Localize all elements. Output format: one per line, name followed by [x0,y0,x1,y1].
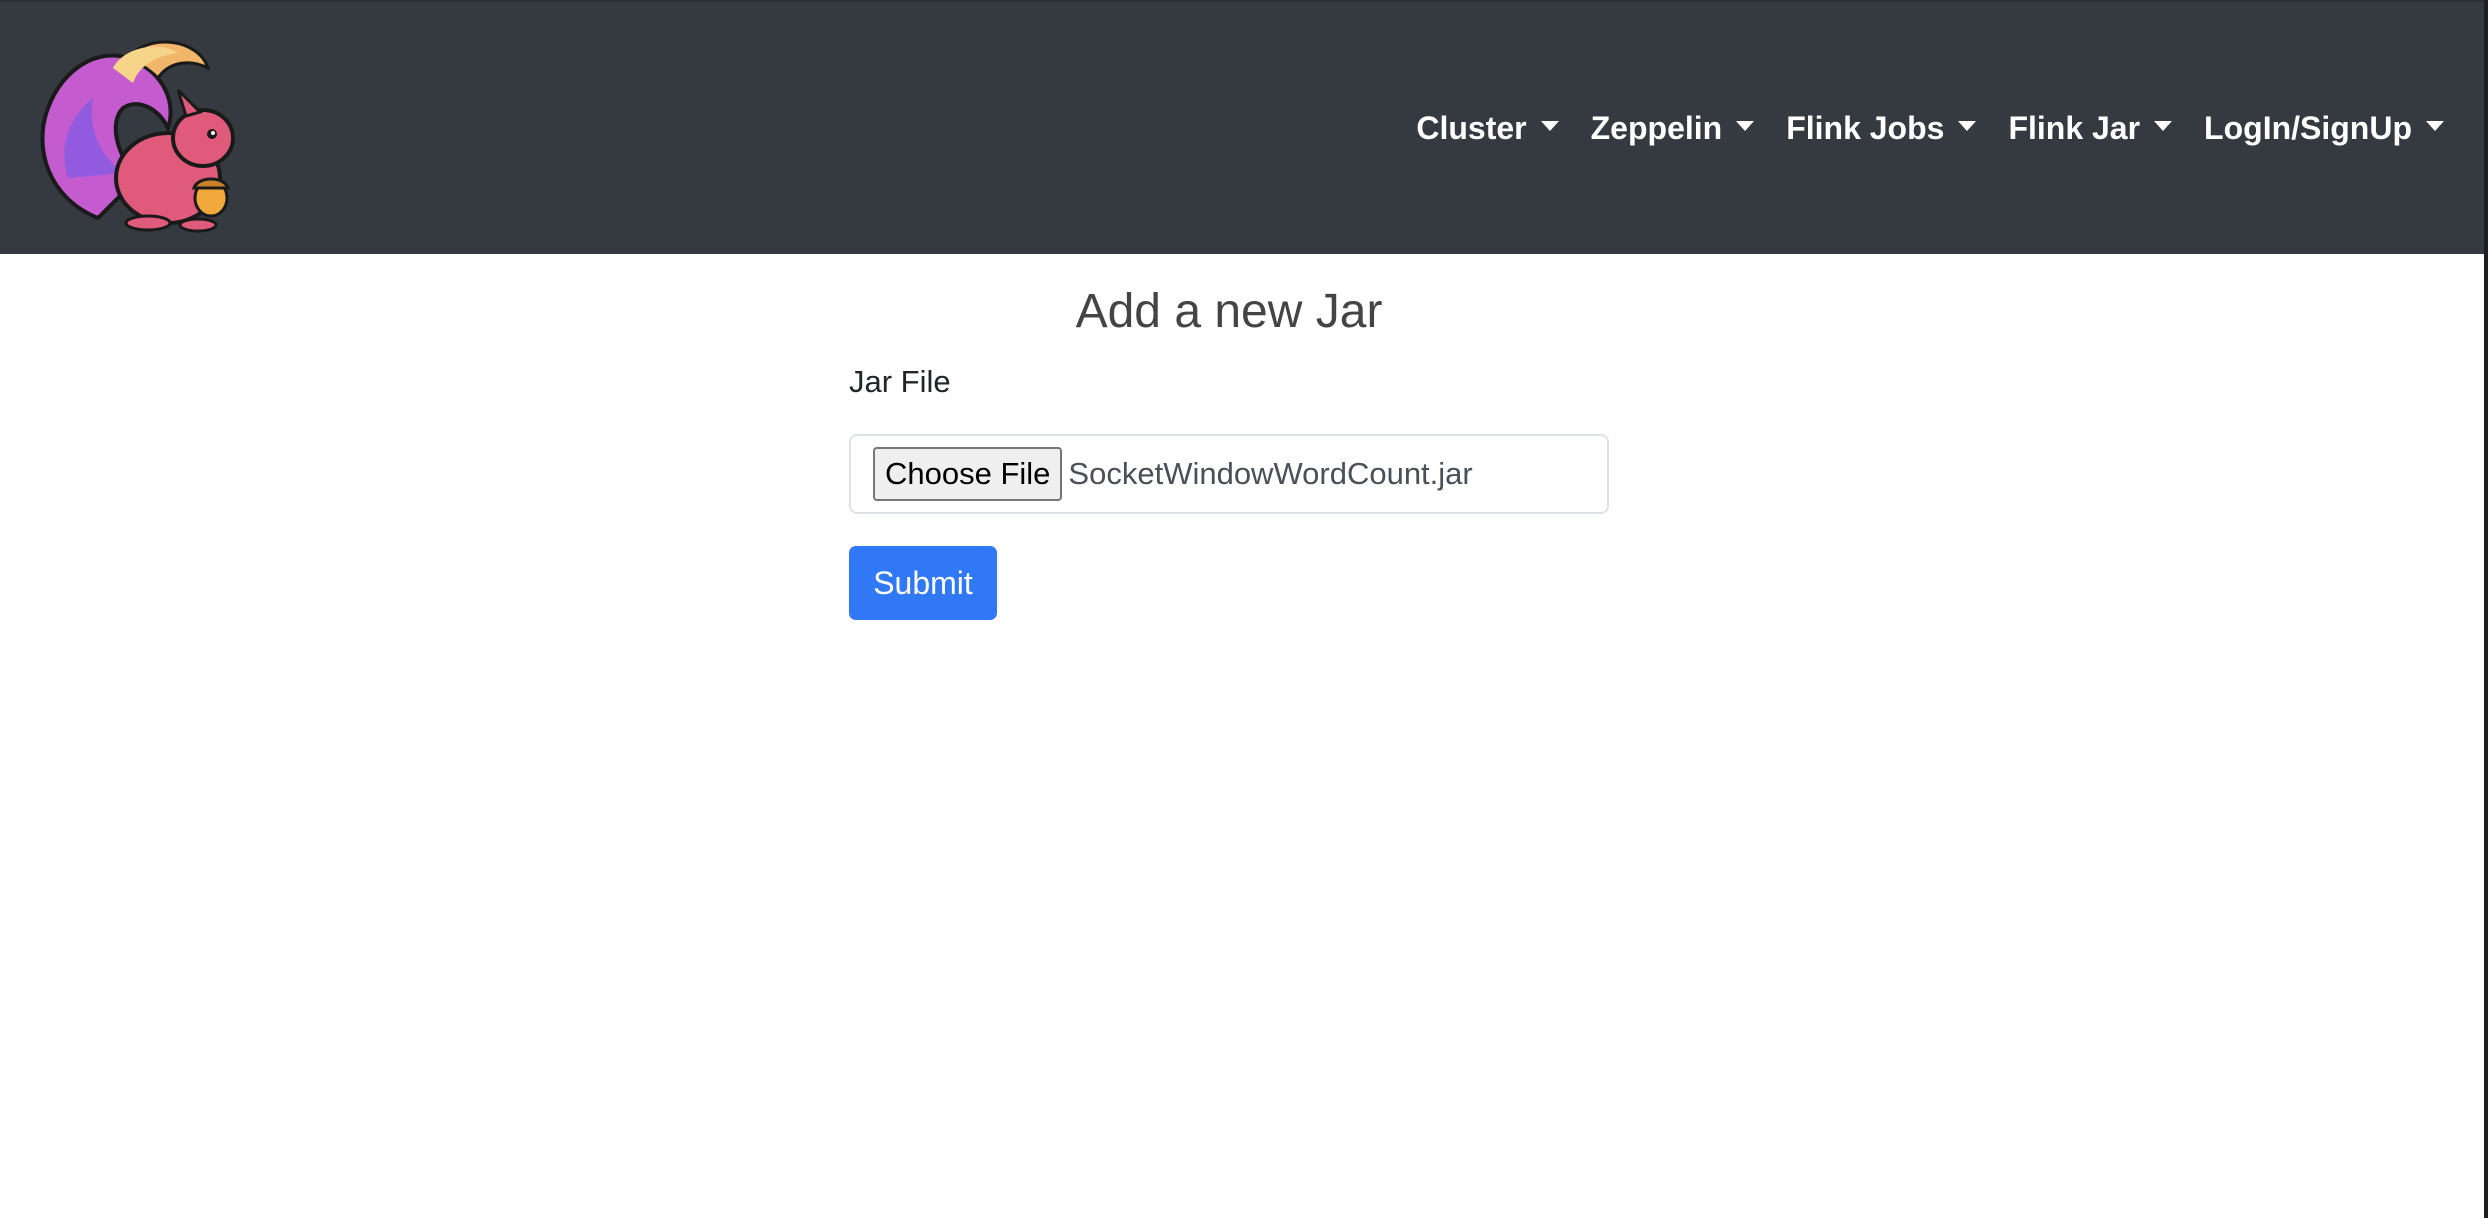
caret-down-icon [2154,121,2173,131]
selected-file-name: SocketWindowWordCount.jar [1068,456,1473,491]
choose-file-button[interactable]: Choose File [873,447,1063,501]
jar-file-input[interactable]: Choose File SocketWindowWordCount.jar [849,434,1609,514]
nav-dropdown-flink-jar[interactable]: Flink Jar [2008,109,2173,149]
nav-item-label: Flink Jar [2008,109,2141,146]
nav-dropdown-zeppelin[interactable]: Zeppelin [1591,110,1755,149]
main-content: Add a new Jar Jar File Choose File Socke… [0,254,2484,1218]
add-jar-form: Jar File Choose File SocketWindowWordCou… [849,364,1609,620]
nav-dropdown-cluster[interactable]: Cluster [1416,109,1559,149]
main-nav: Cluster Zeppelin Flink Jobs Flink Jar Lo… [1384,2,2444,256]
nav-item-label: LogIn/SignUp [2204,109,2412,146]
page-title: Add a new Jar [1075,285,1383,338]
nav-item-label: Zeppelin [1590,109,1723,146]
nav-dropdown-login-signup[interactable]: LogIn/SignUp [2204,110,2444,149]
jar-file-label: Jar File [849,364,951,399]
nav-dropdown-flink-jobs[interactable]: Flink Jobs [1786,109,1977,149]
window-edge [2484,0,2488,1218]
caret-down-icon [1736,121,1755,131]
nav-item-label: Cluster [1416,109,1527,146]
submit-button[interactable]: Submit [849,546,997,620]
caret-down-icon [2426,121,2444,131]
top-navbar: Cluster Zeppelin Flink Jobs Flink Jar Lo… [0,0,2488,254]
flink-squirrel-logo[interactable] [28,28,238,233]
nav-item-label: Flink Jobs [1786,109,1945,146]
caret-down-icon [1540,121,1559,131]
caret-down-icon [1958,121,1977,131]
